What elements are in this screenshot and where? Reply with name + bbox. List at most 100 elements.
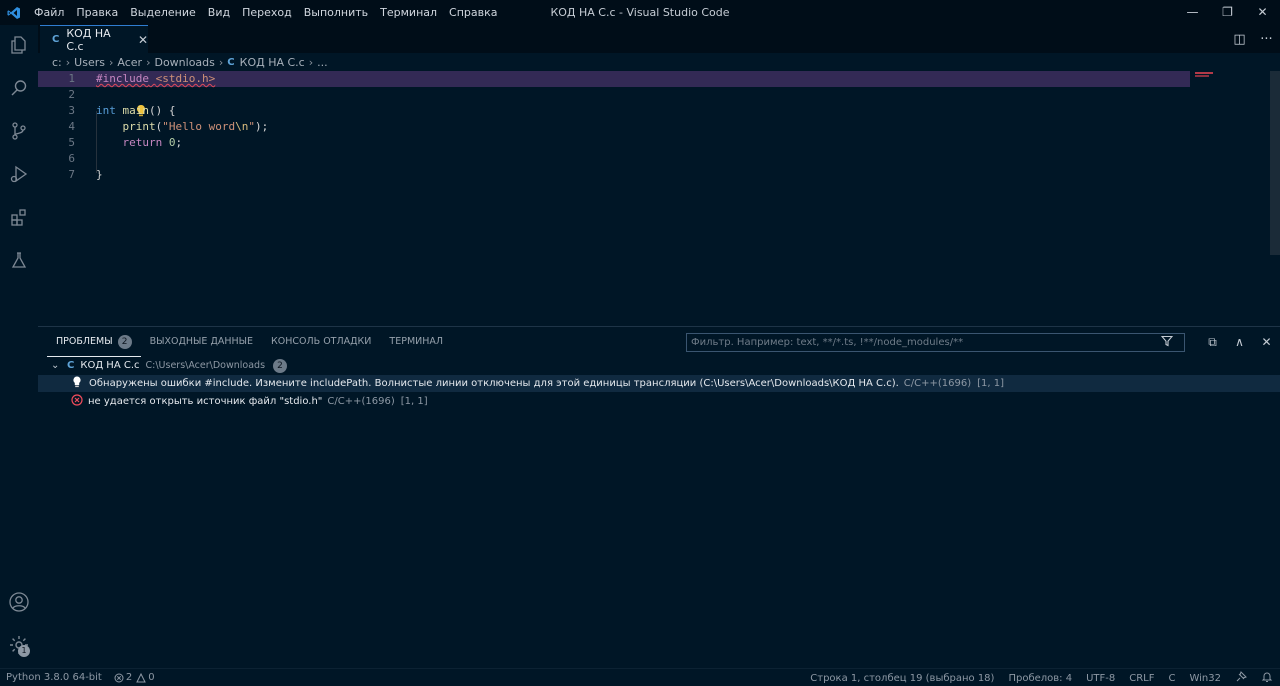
feedback-icon[interactable] (1228, 670, 1254, 686)
search-icon[interactable] (7, 76, 31, 100)
tab-problems[interactable]: ПРОБЛЕМЫ 2 (47, 327, 141, 357)
line-number: 2 (68, 88, 75, 101)
editor-scrollbar[interactable] (1270, 71, 1280, 255)
problem-group-row[interactable]: ⌄ C КОД НА С.с C:\Users\Acer\Downloads 2 (38, 357, 1280, 374)
code-line[interactable]: 4 print("Hello word\n"); (38, 119, 1190, 135)
filter-input[interactable] (687, 337, 1157, 348)
tab-terminal[interactable]: ТЕРМИНАЛ (380, 327, 452, 357)
chevron-right-icon: › (108, 55, 114, 69)
menu-view[interactable]: Вид (202, 0, 236, 25)
indentation[interactable]: Пробелов: 4 (1001, 673, 1079, 684)
breadcrumb-file[interactable]: КОД НА С.с (240, 56, 305, 69)
problem-row[interactable]: Обнаружены ошибки #include. Измените inc… (38, 375, 1280, 392)
error-icon (114, 673, 124, 682)
problem-source: C/C++(1696) (903, 378, 972, 389)
line-code: int main() { (96, 104, 176, 117)
c-file-icon: C (52, 34, 60, 45)
restore-button[interactable]: ❐ (1210, 0, 1245, 25)
code-line[interactable]: 2 (38, 87, 1190, 117)
tab-actions: ◫ ··· (1226, 25, 1280, 53)
editor-tabs-bar: C КОД НА С.с ✕ ◫ ··· (38, 25, 1280, 53)
run-debug-icon[interactable] (7, 162, 31, 186)
menu-go[interactable]: Переход (236, 0, 298, 25)
platform[interactable]: Win32 (1182, 673, 1228, 684)
line-number: 1 (68, 72, 75, 85)
breadcrumb-acer[interactable]: Acer (117, 56, 142, 69)
testing-icon[interactable] (7, 248, 31, 272)
notifications-icon[interactable] (1254, 671, 1280, 686)
line-number: 5 (68, 136, 75, 149)
chevron-right-icon: › (146, 55, 151, 69)
tab-kod-na-c[interactable]: C КОД НА С.с ✕ (40, 25, 148, 53)
code-line[interactable]: 3 int main() { (38, 103, 1190, 119)
c-file-icon: C (67, 360, 75, 371)
warning-icon (136, 672, 147, 682)
account-icon[interactable] (7, 590, 31, 614)
chevron-right-icon: › (65, 55, 71, 69)
source-control-icon[interactable] (7, 119, 31, 143)
tab-debug-console[interactable]: КОНСОЛЬ ОТЛАДКИ (262, 327, 380, 357)
breadcrumb-drive[interactable]: c: (52, 56, 62, 69)
status-left: Python 3.8.0 64-bit 2 0 (0, 672, 163, 683)
chevron-down-icon: ⌄ (51, 360, 60, 371)
error-icon (71, 394, 88, 409)
code-line[interactable]: 7 } (38, 167, 1190, 183)
settings-update-badge: 1 (18, 645, 30, 657)
panel-actions: ⧉ ∧ ✕ (1199, 333, 1280, 352)
code-line[interactable]: 6 (38, 151, 1190, 167)
code-editor[interactable]: 1 #include <stdio.h> 2 3 int main() { 4 … (38, 71, 1280, 326)
line-code: #include <stdio.h> (96, 72, 216, 85)
title-bar: Файл Правка Выделение Вид Переход Выполн… (0, 0, 1280, 25)
chevron-right-icon: › (308, 55, 314, 69)
problem-row[interactable]: не удается открыть источник файл "stdio.… (38, 393, 1280, 410)
chevron-right-icon: › (218, 55, 224, 69)
status-bar: Python 3.8.0 64-bit 2 0 Строка 1, столбе… (0, 668, 1280, 686)
vscode-logo-icon (0, 0, 28, 25)
group-count-badge: 2 (273, 358, 288, 373)
close-panel-icon[interactable]: ✕ (1253, 333, 1280, 352)
cursor-position[interactable]: Строка 1, столбец 19 (выбрано 18) (803, 673, 1001, 684)
problems-summary[interactable]: 2 0 (108, 672, 163, 683)
problem-message: Обнаружены ошибки #include. Измените inc… (89, 378, 899, 389)
group-file-name: КОД НА С.с (80, 360, 140, 371)
menu-bar: Файл Правка Выделение Вид Переход Выполн… (28, 0, 504, 25)
window-controls: — ❐ ✕ (1175, 0, 1280, 25)
maximize-panel-icon[interactable]: ∧ (1226, 333, 1253, 352)
more-actions-icon[interactable]: ··· (1253, 32, 1280, 47)
extensions-icon[interactable] (7, 205, 31, 229)
code-line[interactable]: 1 #include <stdio.h> (38, 71, 1190, 87)
breadcrumb-more[interactable]: ... (317, 56, 328, 69)
panel-tabs: ПРОБЛЕМЫ 2 ВЫХОДНЫЕ ДАННЫЕ КОНСОЛЬ ОТЛАД… (38, 327, 452, 357)
menu-terminal[interactable]: Терминал (374, 0, 443, 25)
explorer-icon[interactable] (7, 33, 31, 57)
problem-position: [1, 1] (977, 378, 1005, 389)
filter-icon[interactable] (1157, 335, 1177, 350)
code-line[interactable]: 5 return 0; (38, 135, 1190, 151)
lightbulb-icon (72, 376, 89, 391)
breadcrumb-users[interactable]: Users (74, 56, 105, 69)
collapse-all-icon[interactable]: ⧉ (1199, 333, 1226, 352)
menu-help[interactable]: Справка (443, 0, 503, 25)
indent-guide (96, 111, 97, 173)
tab-output[interactable]: ВЫХОДНЫЕ ДАННЫЕ (141, 327, 262, 357)
c-file-icon: C (227, 56, 235, 68)
end-of-line[interactable]: CRLF (1122, 673, 1161, 684)
bottom-panel: ПРОБЛЕМЫ 2 ВЫХОДНЫЕ ДАННЫЕ КОНСОЛЬ ОТЛАД… (38, 326, 1280, 668)
menu-file[interactable]: Файл (28, 0, 70, 25)
menu-selection[interactable]: Выделение (124, 0, 202, 25)
split-editor-icon[interactable]: ◫ (1226, 32, 1253, 47)
problem-message: не удается открыть источник файл "stdio.… (88, 396, 323, 407)
menu-edit[interactable]: Правка (70, 0, 124, 25)
encoding[interactable]: UTF-8 (1079, 673, 1122, 684)
close-window-button[interactable]: ✕ (1245, 0, 1280, 25)
minimap-error-marker (1195, 72, 1213, 74)
minimize-button[interactable]: — (1175, 0, 1210, 25)
language-mode[interactable]: C (1162, 673, 1183, 684)
group-file-path: C:\Users\Acer\Downloads (145, 360, 266, 371)
close-tab-icon[interactable]: ✕ (138, 33, 148, 47)
breadcrumb-downloads[interactable]: Downloads (154, 56, 214, 69)
problem-source: C/C++(1696) (327, 396, 395, 407)
settings-gear-icon[interactable]: 1 (7, 633, 31, 657)
menu-run[interactable]: Выполнить (298, 0, 374, 25)
python-interpreter[interactable]: Python 3.8.0 64-bit (0, 672, 108, 683)
